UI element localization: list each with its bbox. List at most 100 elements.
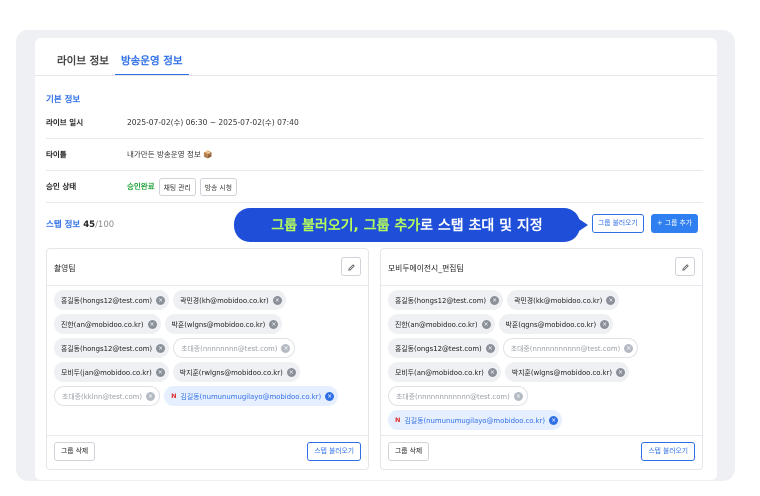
member-chip-label: 홍길동(hongs12@test.com)	[61, 345, 153, 353]
member-chip[interactable]: 홍길동(hongs12@test.com) ×	[54, 290, 170, 310]
member-chip-label: 박지훈(rwlgns@mobidoo.co.kr)	[179, 369, 283, 377]
live-date-value: 2025-07-02(수) 06:30 ~ 2025-07-02(수) 07:4…	[127, 118, 299, 127]
load-staff-button[interactable]: 스텝 불러오기	[641, 442, 695, 461]
staff-info-label: 스탭 정보	[46, 220, 81, 230]
close-circle-icon[interactable]: ×	[272, 295, 282, 305]
member-chip[interactable]: 모비두(an@mobidoo.co.kr) ×	[388, 362, 501, 382]
new-badge-icon: N	[171, 392, 177, 400]
group-divider	[381, 435, 702, 436]
group-name: 모비두에이전시_편집팀	[388, 264, 464, 273]
group-divider	[47, 285, 368, 286]
close-circle-icon[interactable]: ×	[281, 343, 291, 353]
member-chip[interactable]: 홍길동(hongs12@test.com) ×	[388, 290, 504, 310]
close-circle-icon[interactable]: ×	[513, 391, 523, 401]
tab-live-info[interactable]: 라이브 정보	[51, 52, 115, 76]
delete-group-button[interactable]: 그룹 삭제	[54, 442, 96, 461]
close-circle-icon[interactable]: ×	[286, 367, 296, 377]
close-circle-icon[interactable]: ×	[156, 295, 166, 305]
close-circle-icon[interactable]: ×	[549, 415, 559, 425]
member-chip-label: 곽민경(kk@mobidoo.co.kr)	[514, 297, 603, 305]
tab-bar: 라이브 정보 방송운영 정보	[51, 52, 189, 76]
staff-group-card: 촬영팀 홍길동(hongs12@test.com) × 곽민경(kh@mobidoo…	[46, 248, 369, 470]
close-circle-icon[interactable]: ×	[146, 391, 156, 401]
approval-values: 승인완료 채팅 관리 방송 시청	[127, 177, 237, 196]
member-chip[interactable]: 진한(an@mobidoo.co.kr) ×	[54, 314, 161, 334]
member-chip-label: 곽민경(kh@mobidoo.co.kr)	[180, 297, 269, 305]
member-chip[interactable]: 박훈(wlgns@mobidoo.co.kr) ×	[164, 314, 283, 334]
close-circle-icon[interactable]: ×	[600, 319, 610, 329]
member-chip-label: 박지훈(wlgns@mobidoo.co.kr)	[511, 369, 613, 377]
group-divider	[47, 435, 368, 436]
close-circle-icon[interactable]: ×	[490, 295, 500, 305]
member-chip[interactable]: N 김길동(numunumugilayo@mobidoo.co.kr) ×	[164, 386, 339, 406]
title-row: 타이틀 내가만든 방송운영 정보 📦	[46, 139, 703, 171]
close-circle-icon[interactable]: ×	[487, 367, 497, 377]
member-chip-label: 박훈(wlgns@mobidoo.co.kr)	[171, 321, 266, 329]
member-chip-label: 홍길동(hongs12@test.com)	[61, 297, 153, 305]
close-circle-icon[interactable]: ×	[156, 343, 166, 353]
close-circle-icon[interactable]: ×	[616, 367, 626, 377]
pencil-icon	[681, 257, 690, 276]
member-chip[interactable]: 홍길동(ongs12@test.com) ×	[388, 338, 499, 358]
member-chip[interactable]: 홍길동(hongs12@test.com) ×	[54, 338, 170, 358]
staff-total: /100	[95, 220, 115, 230]
tab-divider	[35, 75, 717, 76]
close-circle-icon[interactable]: ×	[485, 343, 495, 353]
basic-info-title: 기본 정보	[46, 95, 81, 105]
member-chip-label: 초대중(nnnnnnnn@test.com)	[181, 345, 278, 353]
edit-group-button[interactable]	[341, 257, 361, 276]
member-chip-list: 홍길동(hongs12@test.com) × 곽민경(kk@mobidoo.co.…	[388, 290, 697, 434]
member-chip-label: 홍길동(hongs12@test.com)	[395, 297, 487, 305]
watch-broadcast-button[interactable]: 방송 시청	[199, 177, 237, 196]
member-chip[interactable]: 박훈(qgns@mobidoo.co.kr) ×	[498, 314, 614, 334]
close-circle-icon[interactable]: ×	[269, 319, 279, 329]
close-circle-icon[interactable]: ×	[606, 295, 616, 305]
delete-group-button[interactable]: 그룹 삭제	[388, 442, 430, 461]
member-chip[interactable]: 곽민경(kh@mobidoo.co.kr) ×	[173, 290, 286, 310]
approval-status: 승인완료	[127, 182, 155, 191]
approval-label: 승인 상태	[46, 182, 77, 191]
group-name: 촬영팀	[54, 264, 76, 273]
member-chip-label: 초대중(kklnn@test.com)	[62, 393, 143, 401]
member-chip[interactable]: 초대중(nnnnnnnnnnnn@test.com) ×	[388, 386, 528, 406]
member-chip-list: 홍길동(hongs12@test.com) × 곽민경(kh@mobidoo.co.…	[54, 290, 363, 410]
member-chip[interactable]: 박지훈(rwlgns@mobidoo.co.kr) ×	[172, 362, 300, 382]
chat-manage-button[interactable]: 채팅 관리	[158, 177, 196, 196]
member-chip[interactable]: 곽민경(kk@mobidoo.co.kr) ×	[507, 290, 620, 310]
live-date-label: 라이브 일시	[46, 118, 84, 127]
member-chip-label: 초대중(nnnnnnnnnnn@test.com)	[510, 345, 621, 353]
approval-row: 승인 상태 승인완료 채팅 관리 방송 시청	[46, 171, 703, 203]
load-staff-button[interactable]: 스텝 불러오기	[307, 442, 361, 461]
member-chip[interactable]: 초대중(nnnnnnnn@test.com) ×	[173, 338, 296, 358]
member-chip-label: 진한(an@mobidoo.co.kr)	[395, 321, 478, 329]
member-chip-label: 김길동(numunumugilayo@mobidoo.co.kr)	[180, 393, 322, 401]
staff-count: 45	[83, 220, 96, 230]
member-chip[interactable]: 박지훈(wlgns@mobidoo.co.kr) ×	[504, 362, 630, 382]
member-chip-label: 홍길동(ongs12@test.com)	[395, 345, 482, 353]
new-badge-icon: N	[395, 416, 401, 424]
add-group-button[interactable]: + 그룹 추가	[651, 214, 699, 233]
member-chip-label: 김길동(numunumugilayo@mobidoo.co.kr)	[404, 417, 546, 425]
member-chip-label: 모비두(an@mobidoo.co.kr)	[395, 369, 484, 377]
member-chip[interactable]: 초대중(nnnnnnnnnnn@test.com) ×	[502, 338, 639, 358]
tab-broadcast-info[interactable]: 방송운영 정보	[114, 52, 189, 76]
close-circle-icon[interactable]: ×	[481, 319, 491, 329]
guide-callout: 그룹 불러오기, 그룹 추가 로 스탭 초대 및 지정	[234, 208, 588, 242]
member-chip-label: 초대중(nnnnnnnnnnnn@test.com)	[396, 393, 510, 401]
callout-text: 로 스탭 초대 및 지정	[420, 218, 543, 234]
close-circle-icon[interactable]: ×	[624, 343, 634, 353]
member-chip[interactable]: N 김길동(numunumugilayo@mobidoo.co.kr) ×	[388, 410, 563, 430]
member-chip[interactable]: 초대중(kklnn@test.com) ×	[54, 386, 161, 406]
edit-group-button[interactable]	[675, 257, 695, 276]
title-value: 내가만든 방송운영 정보 📦	[127, 150, 213, 159]
load-group-button[interactable]: 그룹 불러오기	[592, 214, 644, 233]
title-label: 타이틀	[46, 150, 67, 159]
staff-group-card: 모비두에이전시_편집팀 홍길동(hongs12@test.com) × 곽민경(kk…	[380, 248, 703, 470]
close-circle-icon[interactable]: ×	[155, 367, 165, 377]
member-chip[interactable]: 진한(an@mobidoo.co.kr) ×	[388, 314, 495, 334]
close-circle-icon[interactable]: ×	[147, 319, 157, 329]
staff-info-header: 스탭 정보 45/100	[46, 218, 114, 230]
member-chip[interactable]: 모비두(jan@mobidoo.co.kr) ×	[54, 362, 169, 382]
close-circle-icon[interactable]: ×	[325, 391, 335, 401]
content-panel: 라이브 정보 방송운영 정보 기본 정보 라이브 일시 2025-07-02(수…	[35, 38, 717, 480]
